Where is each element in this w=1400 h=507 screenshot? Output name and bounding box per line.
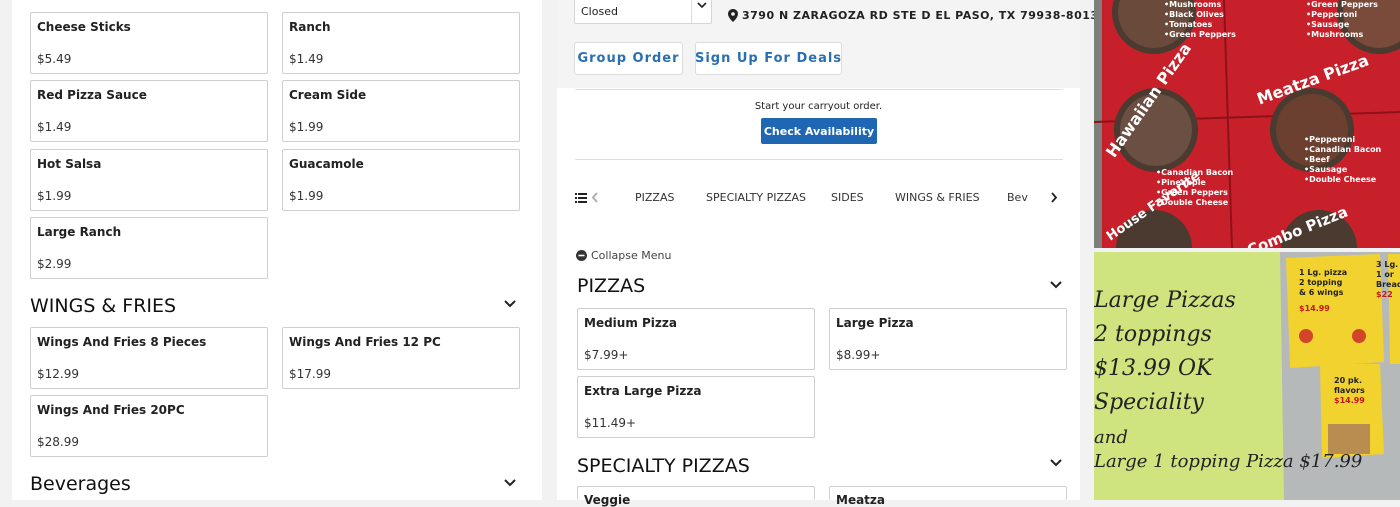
item-name: Wings And Fries 8 Pieces bbox=[37, 335, 207, 349]
item-name: Veggie bbox=[584, 493, 631, 507]
item-price: $1.49 bbox=[289, 52, 324, 66]
item-name: Meatza bbox=[836, 493, 885, 507]
menu-item-card[interactable]: Wings And Fries 8 Pieces $12.99 bbox=[30, 327, 268, 389]
menu-item-card[interactable]: Extra Large Pizza $11.49+ bbox=[577, 376, 815, 438]
item-name: Ranch bbox=[289, 20, 331, 34]
item-price: $28.99 bbox=[37, 435, 79, 449]
collapse-icon[interactable] bbox=[576, 250, 587, 261]
poster-toppings-list: •Mushrooms •Black Olives •Tomatoes •Gree… bbox=[1164, 0, 1236, 39]
item-price: $17.99 bbox=[289, 367, 331, 381]
tab-beverages[interactable]: Bev bbox=[1007, 191, 1028, 204]
item-name: Wings And Fries 12 PC bbox=[289, 335, 441, 349]
menu-item-card[interactable]: Wings And Fries 12 PC $17.99 bbox=[282, 327, 520, 389]
poster-toppings-list: •Green Peppers •Pepperoni •Sausage •Mush… bbox=[1306, 0, 1378, 39]
hours-dropdown[interactable]: Closed bbox=[574, 0, 712, 24]
carryout-prompt: Start your carryout order. bbox=[754, 101, 883, 112]
menu-item-card[interactable]: Cream Side $1.99 bbox=[282, 80, 520, 142]
menu-item-card[interactable]: Meatza bbox=[829, 486, 1067, 507]
flyer-text: 3 Lg. 1 or Bread $22 bbox=[1376, 260, 1400, 299]
chevron-down-icon[interactable] bbox=[1048, 279, 1064, 291]
section-title-pizzas: PIZZAS bbox=[577, 275, 646, 297]
item-name: Cream Side bbox=[289, 88, 367, 102]
item-price: $1.99 bbox=[37, 189, 72, 203]
menu-item-card[interactable]: Red Pizza Sauce $1.49 bbox=[30, 80, 268, 142]
poster-photo[interactable]: •Mushrooms •Black Olives •Tomatoes •Gree… bbox=[1094, 0, 1400, 248]
flyer-text: 1 Lg. pizza 2 topping & 6 wings $14.99 bbox=[1299, 268, 1348, 313]
menu-item-card[interactable]: Cheese Sticks $5.49 bbox=[30, 12, 268, 74]
location-pin-icon bbox=[728, 9, 738, 22]
section-title-specialty-pizzas: SPECIALTY PIZZAS bbox=[577, 455, 750, 477]
item-name: Red Pizza Sauce bbox=[37, 88, 147, 102]
menu-item-card[interactable]: Hot Salsa $1.99 bbox=[30, 149, 268, 211]
menu-item-card[interactable]: Large Ranch $2.99 bbox=[30, 217, 268, 279]
menu-item-card[interactable]: Ranch $1.49 bbox=[282, 12, 520, 74]
item-price: $5.49 bbox=[37, 52, 72, 66]
menu-item-card[interactable]: Guacamole $1.99 bbox=[282, 149, 520, 211]
flyer-text: 20 pk. flavors $14.99 bbox=[1334, 376, 1365, 405]
chevron-right-icon[interactable] bbox=[1049, 192, 1059, 203]
handwritten-sign: Large Pizzas 2 toppings $13.99 OK Specia… bbox=[1094, 288, 1236, 415]
store-address: 3790 N ZARAGOZA RD STE D EL PASO, TX 799… bbox=[742, 9, 1099, 22]
chevron-left-icon[interactable] bbox=[590, 192, 600, 203]
poster-toppings-list: •Pepperoni •Canadian Bacon •Beef •Sausag… bbox=[1304, 135, 1382, 184]
item-name: Guacamole bbox=[289, 157, 364, 171]
tab-pizzas[interactable]: PIZZAS bbox=[635, 191, 674, 204]
tab-wings-fries[interactable]: WINGS & FRIES bbox=[895, 191, 980, 204]
divider bbox=[575, 159, 1063, 160]
chevron-down-icon[interactable] bbox=[502, 477, 518, 489]
menu-item-card[interactable]: Medium Pizza $7.99+ bbox=[577, 308, 815, 370]
tab-sides[interactable]: SIDES bbox=[831, 191, 864, 204]
item-name: Large Pizza bbox=[836, 316, 914, 330]
section-title-beverages: Beverages bbox=[30, 473, 131, 495]
price-sign-photo[interactable]: Large Pizzas 2 toppings $13.99 OK Specia… bbox=[1094, 252, 1400, 500]
tab-specialty-pizzas[interactable]: SPECIALTY PIZZAS bbox=[706, 191, 806, 204]
divider bbox=[575, 89, 1063, 90]
item-name: Large Ranch bbox=[37, 225, 122, 239]
item-price: $2.99 bbox=[37, 257, 72, 271]
chevron-down-icon bbox=[697, 2, 707, 9]
section-title-wings: WINGS & FRIES bbox=[30, 295, 177, 317]
item-name: Cheese Sticks bbox=[37, 20, 131, 34]
item-price: $11.49+ bbox=[584, 416, 637, 430]
dropdown-divider bbox=[691, 0, 692, 23]
left-menu-panel: Cheese Sticks $5.49 Ranch $1.49 Red Pizz… bbox=[12, 0, 542, 500]
menu-item-card[interactable]: Wings And Fries 20PC $28.99 bbox=[30, 395, 268, 457]
chevron-down-icon[interactable] bbox=[1048, 457, 1064, 469]
item-name: Extra Large Pizza bbox=[584, 384, 702, 398]
collapse-menu-link[interactable]: Collapse Menu bbox=[591, 249, 671, 262]
item-name: Hot Salsa bbox=[37, 157, 102, 171]
item-price: $8.99+ bbox=[836, 348, 881, 362]
item-price: $1.49 bbox=[37, 120, 72, 134]
hours-status: Closed bbox=[581, 5, 618, 18]
sign-up-deals-button[interactable]: Sign Up For Deals bbox=[695, 42, 842, 75]
list-menu-icon[interactable] bbox=[575, 192, 587, 203]
group-order-button[interactable]: Group Order bbox=[574, 42, 683, 75]
check-availability-button[interactable]: Check Availability bbox=[761, 118, 877, 144]
menu-item-card[interactable]: Large Pizza $8.99+ bbox=[829, 308, 1067, 370]
item-name: Wings And Fries 20PC bbox=[37, 403, 185, 417]
item-price: $12.99 bbox=[37, 367, 79, 381]
item-name: Medium Pizza bbox=[584, 316, 677, 330]
store-header: Closed 3790 N ZARAGOZA RD STE D EL PASO,… bbox=[557, 0, 1098, 88]
chevron-down-icon[interactable] bbox=[502, 298, 518, 310]
item-price: $1.99 bbox=[289, 120, 324, 134]
menu-item-card[interactable]: Veggie bbox=[577, 486, 815, 507]
item-price: $1.99 bbox=[289, 189, 324, 203]
item-price: $7.99+ bbox=[584, 348, 629, 362]
handwritten-sign: and Large 1 topping Pizza $17.99 bbox=[1094, 427, 1363, 472]
